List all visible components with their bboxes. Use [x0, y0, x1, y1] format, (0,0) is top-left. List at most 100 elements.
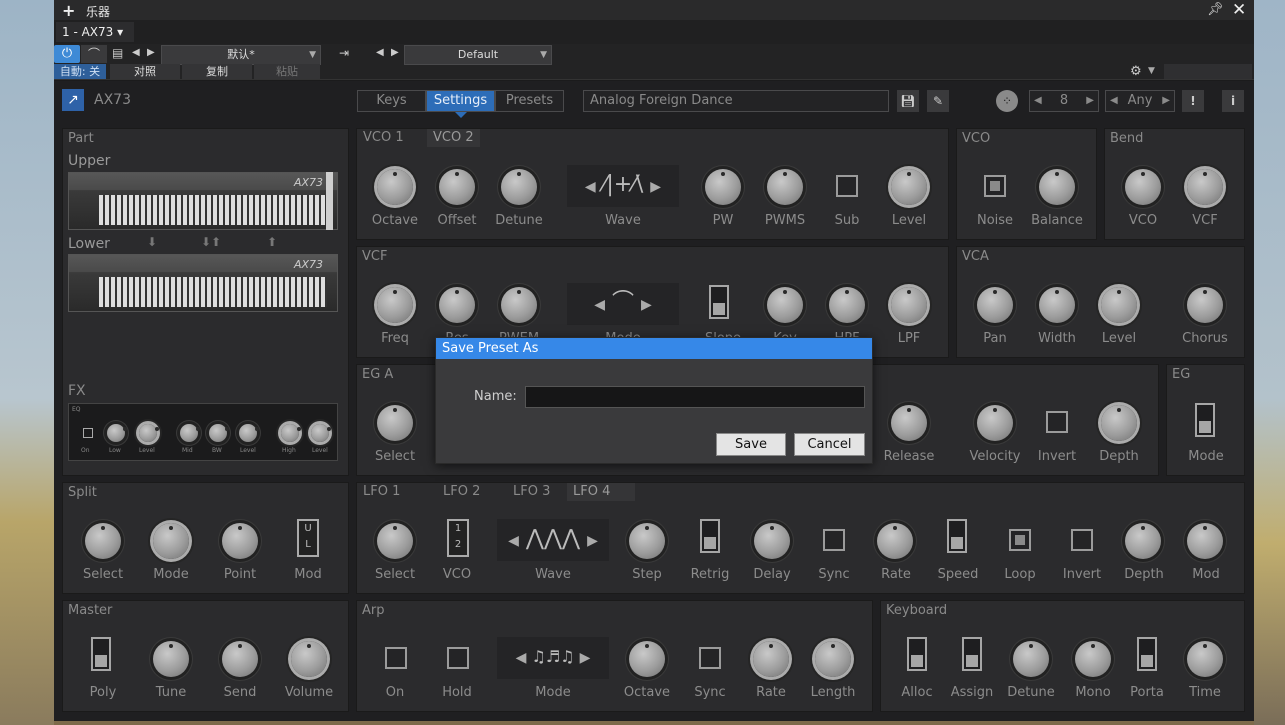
- key-knob[interactable]: [767, 287, 803, 323]
- lfo-select-knob[interactable]: [377, 523, 413, 559]
- chevron-down-icon[interactable]: ▼: [1148, 66, 1155, 76]
- prev-icon[interactable]: ◀: [1034, 91, 1042, 111]
- power-icon[interactable]: ⏻: [54, 45, 80, 63]
- upper-scrollbar[interactable]: [326, 172, 333, 230]
- tab-keys[interactable]: Keys: [357, 90, 426, 112]
- pwms-knob[interactable]: [767, 169, 803, 205]
- voices-selector[interactable]: ◀ 8 ▶: [1029, 90, 1099, 112]
- upper-keys[interactable]: [99, 195, 327, 225]
- split-point-knob[interactable]: [222, 523, 258, 559]
- eg-depth-knob[interactable]: [1101, 405, 1137, 441]
- auto-off-button[interactable]: 自動: 关: [54, 64, 106, 79]
- routing-icon[interactable]: ⇥: [339, 46, 361, 64]
- alert-icon[interactable]: !: [1182, 90, 1204, 112]
- loop-toggle[interactable]: [1009, 529, 1031, 551]
- arp-length-knob[interactable]: [815, 641, 851, 677]
- fx-high-level-knob[interactable]: [311, 424, 331, 442]
- eg-invert-toggle[interactable]: [1046, 411, 1068, 433]
- next-icon[interactable]: ▶: [650, 179, 661, 195]
- arp-hold-toggle[interactable]: [447, 647, 469, 669]
- arrow-up-icon[interactable]: ⬆: [267, 235, 277, 249]
- preset-name-field[interactable]: Analog Foreign Dance: [583, 90, 889, 112]
- kbd-detune-knob[interactable]: [1013, 641, 1049, 677]
- swap-icon[interactable]: ⬇⬆: [201, 235, 221, 249]
- preset-dropdown[interactable]: 默认* ▼: [161, 45, 321, 65]
- copy-button[interactable]: 复制: [182, 64, 252, 79]
- tune-knob[interactable]: [153, 641, 189, 677]
- fx-high-knob[interactable]: [281, 424, 301, 442]
- vca-level-knob[interactable]: [1101, 287, 1137, 323]
- paste-button[interactable]: 粘贴: [254, 64, 320, 79]
- send-knob[interactable]: [222, 641, 258, 677]
- gear-icon[interactable]: ⚙: [1130, 64, 1142, 79]
- detune-knob[interactable]: [501, 169, 537, 205]
- slope-switch[interactable]: [709, 285, 729, 319]
- prev-preset-icon[interactable]: ◀: [132, 47, 140, 58]
- next-icon[interactable]: ▶: [587, 533, 598, 549]
- arp-octave-knob[interactable]: [629, 641, 665, 677]
- close-icon[interactable]: ✕: [1232, 0, 1246, 20]
- tab-lfo-3[interactable]: LFO 3: [507, 483, 556, 501]
- prev-patch-icon[interactable]: ◀: [376, 47, 384, 58]
- lpf-knob[interactable]: [891, 287, 927, 323]
- edit-preset-icon[interactable]: ✎: [927, 90, 949, 112]
- freq-knob[interactable]: [377, 287, 413, 323]
- speed-switch[interactable]: [947, 519, 967, 553]
- hpf-knob[interactable]: [829, 287, 865, 323]
- lower-keyboard[interactable]: AX73: [68, 254, 338, 312]
- preset-name-input[interactable]: [525, 386, 865, 408]
- split-select-knob[interactable]: [85, 523, 121, 559]
- sub-toggle[interactable]: [836, 175, 858, 197]
- headphones-icon[interactable]: ⌒: [81, 45, 107, 63]
- fx-low-level-knob[interactable]: [139, 424, 159, 442]
- vco-level-knob[interactable]: [891, 169, 927, 205]
- arp-on-toggle[interactable]: [385, 647, 407, 669]
- pw-knob[interactable]: [705, 169, 741, 205]
- lfo-rate-knob[interactable]: [877, 523, 913, 559]
- noise-toggle[interactable]: [984, 175, 1006, 197]
- track-selector[interactable]: 1 - AX73 ▾: [56, 22, 134, 42]
- assign-switch[interactable]: [962, 637, 982, 671]
- res-knob[interactable]: [439, 287, 475, 323]
- prev-icon[interactable]: ◀: [1110, 91, 1118, 111]
- tab-vco-1[interactable]: VCO 1: [357, 129, 410, 147]
- mono-knob[interactable]: [1075, 641, 1111, 677]
- prev-icon[interactable]: ◀: [516, 650, 527, 666]
- channel-selector[interactable]: ◀ Any ▶: [1105, 90, 1175, 112]
- balance-knob[interactable]: [1039, 169, 1075, 205]
- velocity-knob[interactable]: [977, 405, 1013, 441]
- cancel-button[interactable]: Cancel: [794, 433, 865, 456]
- arp-sync-toggle[interactable]: [699, 647, 721, 669]
- fx-bw-knob[interactable]: [209, 424, 229, 442]
- poly-switch[interactable]: [91, 637, 111, 671]
- fx-low-knob[interactable]: [107, 424, 127, 442]
- width-knob[interactable]: [1039, 287, 1075, 323]
- split-mode-knob[interactable]: [153, 523, 189, 559]
- lfo-vco-switch[interactable]: 12: [447, 519, 469, 557]
- pin-icon[interactable]: 📌︎: [1207, 2, 1224, 17]
- lfo-invert-toggle[interactable]: [1071, 529, 1093, 551]
- arrow-down-icon[interactable]: ⬇: [147, 235, 157, 249]
- porta-switch[interactable]: [1137, 637, 1157, 671]
- filter-mode-selector[interactable]: ◀ ⌒ ▶: [567, 283, 679, 325]
- tab-lfo-4[interactable]: LFO 4: [567, 483, 635, 501]
- arp-mode-selector[interactable]: ◀ ♫♬♫ ▶: [497, 637, 609, 679]
- prev-icon[interactable]: ◀: [508, 533, 519, 549]
- info-icon[interactable]: i: [1222, 90, 1244, 112]
- next-icon[interactable]: ▶: [1162, 91, 1170, 111]
- lfo-sync-toggle[interactable]: [823, 529, 845, 551]
- next-icon[interactable]: ▶: [641, 297, 652, 313]
- release-knob[interactable]: [891, 405, 927, 441]
- fx-mid-level-knob[interactable]: [239, 424, 259, 442]
- lower-keys[interactable]: [99, 277, 327, 307]
- next-patch-icon[interactable]: ▶: [391, 47, 399, 58]
- upper-keyboard[interactable]: AX73: [68, 172, 338, 230]
- tab-lfo-1[interactable]: LFO 1: [357, 483, 406, 501]
- alloc-switch[interactable]: [907, 637, 927, 671]
- fx-on-toggle[interactable]: [83, 428, 93, 438]
- split-mod-switch[interactable]: UL: [297, 519, 319, 557]
- add-icon[interactable]: +: [62, 1, 75, 20]
- lfo-depth-knob[interactable]: [1125, 523, 1161, 559]
- wave-selector[interactable]: ◀ ⁄|+⁄\ ▶: [567, 165, 679, 207]
- fx-mid-knob[interactable]: [180, 424, 200, 442]
